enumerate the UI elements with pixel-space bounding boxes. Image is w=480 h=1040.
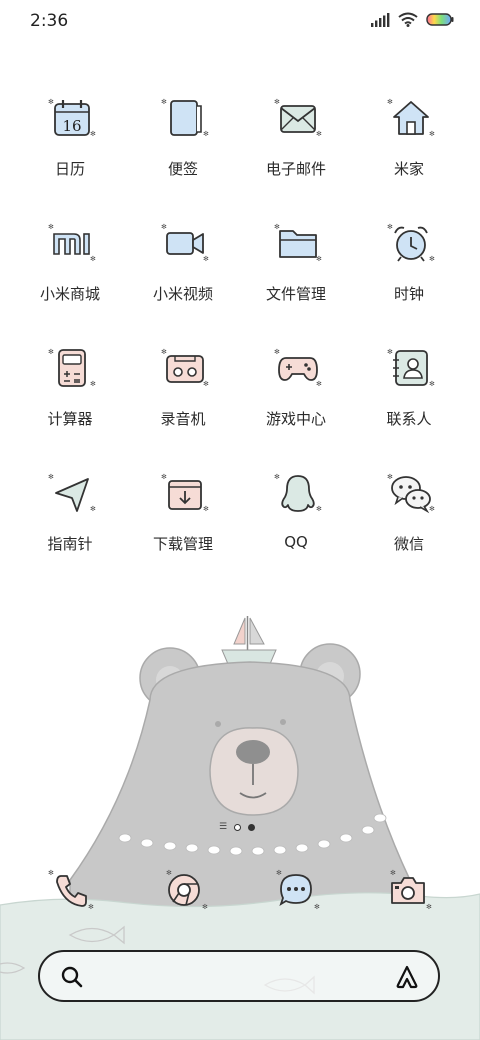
compass-icon bbox=[55, 478, 89, 512]
app-email[interactable]: ✻ ✻ 电子邮件 bbox=[240, 90, 352, 190]
sparkle-icon: ✻ bbox=[276, 869, 282, 877]
sparkle-icon: ✻ bbox=[316, 380, 322, 388]
app-label: 电子邮件 bbox=[265, 160, 326, 178]
mi-store-icon bbox=[53, 233, 90, 255]
app-qq[interactable]: ✻ ✻ QQ bbox=[240, 465, 352, 565]
sparkle-icon: ✻ bbox=[90, 505, 96, 513]
sparkle-icon: ✻ bbox=[390, 869, 396, 877]
sparkle-icon: ✻ bbox=[90, 380, 96, 388]
sparkle-icon: ✻ bbox=[202, 903, 208, 911]
search-bar[interactable] bbox=[38, 950, 440, 1002]
app-compass[interactable]: ✻ ✻ 指南针 bbox=[14, 465, 126, 565]
app-mi-store[interactable]: ✻ ✻ 小米商城 bbox=[14, 215, 126, 315]
app-game-center[interactable]: ✻ ✻ 游戏中心 bbox=[240, 340, 352, 440]
app-contacts[interactable]: ✻ ✻ 联系人 bbox=[353, 340, 465, 440]
sparkle-icon: ✻ bbox=[48, 869, 54, 877]
app-clock[interactable]: ✻ ✻ 时钟 bbox=[353, 215, 465, 315]
app-calendar[interactable]: ✻ 16 ✻ 日历 bbox=[14, 90, 126, 190]
app-label: 指南针 bbox=[47, 535, 93, 553]
dock-camera[interactable]: ✻ ✻ bbox=[388, 869, 432, 911]
app-label: 时钟 bbox=[393, 285, 424, 303]
alarm-clock-icon bbox=[394, 226, 428, 262]
calendar-icon: 16 bbox=[54, 100, 90, 136]
dock-browser[interactable]: ✻ ✻ bbox=[164, 869, 208, 911]
sparkle-icon: ✻ bbox=[316, 255, 322, 263]
sparkle-icon: ✻ bbox=[203, 380, 209, 388]
sparkle-icon: ✻ bbox=[203, 255, 209, 263]
dock-phone[interactable]: ✻ ✻ bbox=[48, 870, 94, 911]
messages-icon bbox=[279, 874, 312, 907]
page-indicator[interactable]: ☰ bbox=[219, 822, 256, 832]
page-menu-icon: ☰ bbox=[219, 822, 228, 832]
sparkle-icon: ✻ bbox=[203, 505, 209, 513]
app-label: 录音机 bbox=[160, 410, 206, 428]
sparkle-icon: ✻ bbox=[203, 130, 209, 138]
app-label: 计算器 bbox=[47, 410, 93, 428]
sparkle-icon: ✻ bbox=[314, 903, 320, 911]
battery-icon bbox=[426, 13, 454, 26]
notes-icon bbox=[170, 100, 202, 136]
sparkle-icon: ✻ bbox=[90, 255, 96, 263]
app-file-manager[interactable]: ✻ ✻ 文件管理 bbox=[240, 215, 352, 315]
folder-icon bbox=[279, 230, 317, 258]
sparkle-icon: ✻ bbox=[90, 130, 96, 138]
sparkle-icon: ✻ bbox=[429, 130, 435, 138]
status-icons bbox=[370, 12, 454, 27]
sparkle-icon: ✻ bbox=[429, 255, 435, 263]
video-icon bbox=[166, 232, 204, 255]
app-label: 便签 bbox=[167, 160, 198, 178]
app-label: 游戏中心 bbox=[265, 410, 326, 428]
assistant-icon[interactable] bbox=[394, 964, 420, 990]
calendar-day: 16 bbox=[62, 117, 81, 135]
sparkle-icon: ✻ bbox=[429, 505, 435, 513]
app-label: 小米视频 bbox=[152, 285, 213, 303]
app-recorder[interactable]: ✻ ✻ 录音机 bbox=[127, 340, 239, 440]
app-label: 微信 bbox=[393, 535, 424, 553]
status-time: 2:36 bbox=[30, 11, 69, 31]
search-icon[interactable] bbox=[60, 965, 84, 989]
app-notes[interactable]: ✻ ✻ 便签 bbox=[127, 90, 239, 190]
phone-icon bbox=[56, 875, 87, 907]
app-label: 文件管理 bbox=[265, 285, 326, 303]
app-label: 小米商城 bbox=[39, 285, 100, 303]
sparkle-icon: ✻ bbox=[166, 869, 172, 877]
signal-icon bbox=[371, 12, 390, 27]
qq-penguin-icon bbox=[281, 475, 315, 512]
gamepad-icon bbox=[278, 357, 318, 381]
sparkle-icon: ✻ bbox=[426, 903, 432, 911]
app-mijia[interactable]: ✻ ✻ 米家 bbox=[353, 90, 465, 190]
app-label: 米家 bbox=[393, 160, 424, 178]
sparkle-icon: ✻ bbox=[88, 903, 94, 911]
app-calculator[interactable]: ✻ ✻ 计算器 bbox=[14, 340, 126, 440]
recorder-icon bbox=[166, 355, 204, 383]
app-label: QQ bbox=[284, 533, 308, 551]
calculator-icon bbox=[58, 349, 86, 387]
sparkle-icon: ✻ bbox=[316, 505, 322, 513]
app-mi-video[interactable]: ✻ ✻ 小米视频 bbox=[127, 215, 239, 315]
app-wechat[interactable]: ✻ ✻ 微信 bbox=[353, 465, 465, 565]
sparkle-icon: ✻ bbox=[429, 380, 435, 388]
page-dot-1[interactable] bbox=[234, 824, 242, 831]
app-label: 联系人 bbox=[386, 410, 432, 428]
download-icon bbox=[168, 480, 202, 510]
status-bar: 2:36 bbox=[0, 0, 480, 44]
sparkle-icon: ✻ bbox=[316, 130, 322, 138]
dock-messages[interactable]: ✻ ✻ bbox=[276, 869, 320, 911]
wifi-icon bbox=[398, 12, 418, 27]
app-download-manager[interactable]: ✻ ✻ 下载管理 bbox=[127, 465, 239, 565]
home-icon bbox=[393, 101, 429, 135]
wechat-icon bbox=[391, 476, 431, 514]
page-dot-2-active[interactable] bbox=[248, 824, 256, 831]
contacts-icon bbox=[393, 350, 428, 386]
app-label: 下载管理 bbox=[152, 535, 213, 553]
app-label: 日历 bbox=[54, 160, 85, 178]
email-icon bbox=[280, 105, 316, 133]
